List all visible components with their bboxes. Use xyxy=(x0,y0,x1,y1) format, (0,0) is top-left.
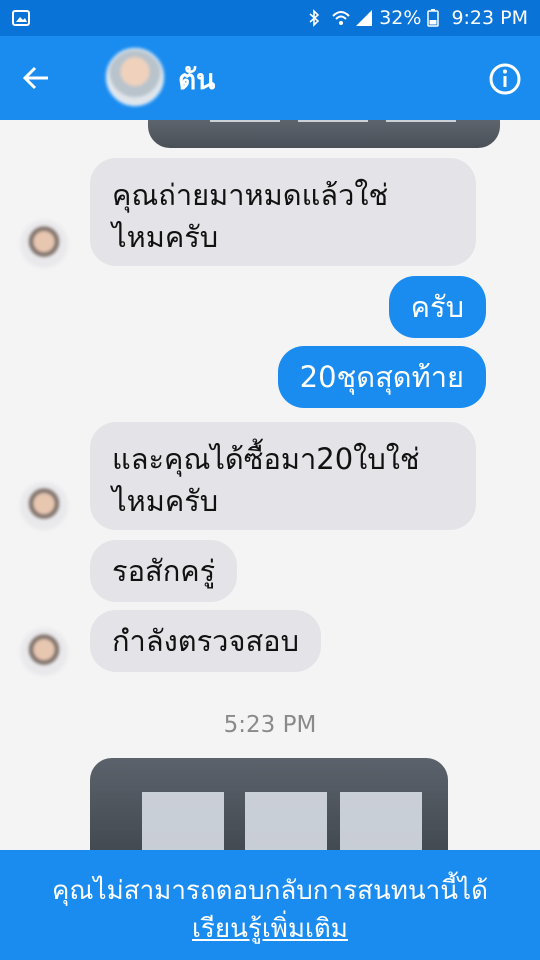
back-button[interactable] xyxy=(0,36,72,120)
battery-level: 32% xyxy=(379,7,422,29)
message-bubble-incoming[interactable]: คุณถ่ายมาหมดแล้วใช่ ไหมครับ xyxy=(90,158,476,266)
message-text: ไหมครับ xyxy=(112,484,219,518)
message-text: 20ชุดสุดท้าย xyxy=(299,360,464,394)
sender-avatar[interactable] xyxy=(20,482,68,530)
message-bubble-outgoing[interactable]: 20ชุดสุดท้าย xyxy=(277,346,486,408)
message-text: ครับ xyxy=(410,290,464,324)
message-text: และคุณได้ซื้อมา20ใบใช่ xyxy=(112,442,420,476)
message-text: ไหมครับ xyxy=(112,220,219,254)
conversation-header: ตัน xyxy=(0,36,540,120)
message-bubble-incoming[interactable]: และคุณได้ซื้อมา20ใบใช่ ไหมครับ xyxy=(90,422,476,530)
clock: 9:23 PM xyxy=(451,7,528,29)
receipt-image xyxy=(298,120,368,122)
signal-icon xyxy=(355,9,373,27)
image-icon xyxy=(12,9,30,27)
message-text: กำลังตรวจสอบ xyxy=(112,624,299,658)
receipt-image xyxy=(386,120,456,122)
message-bubble-outgoing[interactable]: ครับ xyxy=(388,276,486,338)
info-icon xyxy=(489,63,521,95)
receipt-image xyxy=(142,792,224,850)
sender-avatar[interactable] xyxy=(20,628,68,676)
back-arrow-icon xyxy=(22,66,48,90)
cannot-reply-banner: คุณไม่สามารถตอบกลับการสนทนานี้ได้ เรียนร… xyxy=(0,850,540,960)
contact-name[interactable]: ตัน xyxy=(178,58,215,102)
message-bubble-incoming[interactable]: รอสักครู่ xyxy=(90,540,238,602)
receipt-image xyxy=(210,120,280,122)
receipt-image xyxy=(245,792,327,850)
message-list[interactable]: คุณถ่ายมาหมดแล้วใช่ ไหมครับ ครับ 20ชุดสุ… xyxy=(0,120,540,850)
photo-message-bottom[interactable] xyxy=(90,758,448,850)
status-bar: 32% 9:23 PM xyxy=(0,0,540,36)
contact-avatar[interactable] xyxy=(106,48,164,106)
learn-more-link[interactable]: เรียนรู้เพิ่มเติม xyxy=(0,908,540,949)
message-timestamp: 5:23 PM xyxy=(223,712,317,738)
message-bubble-incoming[interactable]: กำลังตรวจสอบ xyxy=(90,610,321,672)
wifi-icon xyxy=(331,9,350,27)
message-text: รอสักครู่ xyxy=(112,554,216,588)
message-text: คุณถ่ายมาหมดแล้วใช่ xyxy=(112,178,389,212)
info-button[interactable] xyxy=(488,62,522,96)
bluetooth-icon xyxy=(307,9,325,27)
cannot-reply-text: คุณไม่สามารถตอบกลับการสนทนานี้ได้ xyxy=(51,876,489,906)
receipt-image xyxy=(340,792,422,850)
battery-icon xyxy=(427,9,445,27)
photo-message-top[interactable] xyxy=(148,120,500,148)
sender-avatar[interactable] xyxy=(20,220,68,268)
